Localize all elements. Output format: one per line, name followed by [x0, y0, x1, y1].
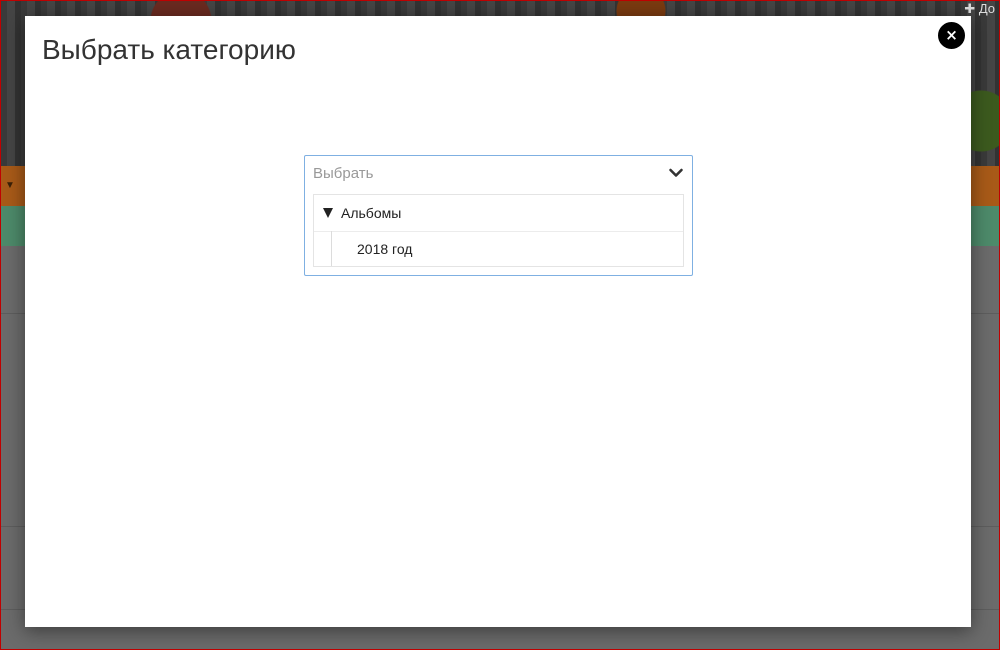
- close-button[interactable]: ×: [936, 20, 967, 51]
- close-icon: ×: [945, 26, 958, 44]
- select-toggle[interactable]: Выбрать: [305, 156, 692, 192]
- background-caret-icon: ▼: [5, 180, 15, 191]
- category-modal: Выбрать категорию × Выбрать Альбомы 2018…: [25, 16, 971, 627]
- tree-item-2018[interactable]: 2018 год: [331, 231, 684, 266]
- category-tree: Альбомы 2018 год: [313, 194, 684, 267]
- tree-group-label: Альбомы: [341, 205, 402, 221]
- category-select[interactable]: Выбрать Альбомы 2018 год: [304, 155, 693, 276]
- select-placeholder: Выбрать: [313, 165, 374, 182]
- triangle-down-icon[interactable]: [323, 208, 333, 218]
- background-add-link: ✚ До: [964, 1, 995, 16]
- modal-title: Выбрать категорию: [42, 34, 296, 65]
- tree-group-albums[interactable]: Альбомы: [314, 195, 683, 232]
- chevron-down-icon[interactable]: [668, 165, 684, 181]
- tree-item-label: 2018 год: [357, 241, 413, 257]
